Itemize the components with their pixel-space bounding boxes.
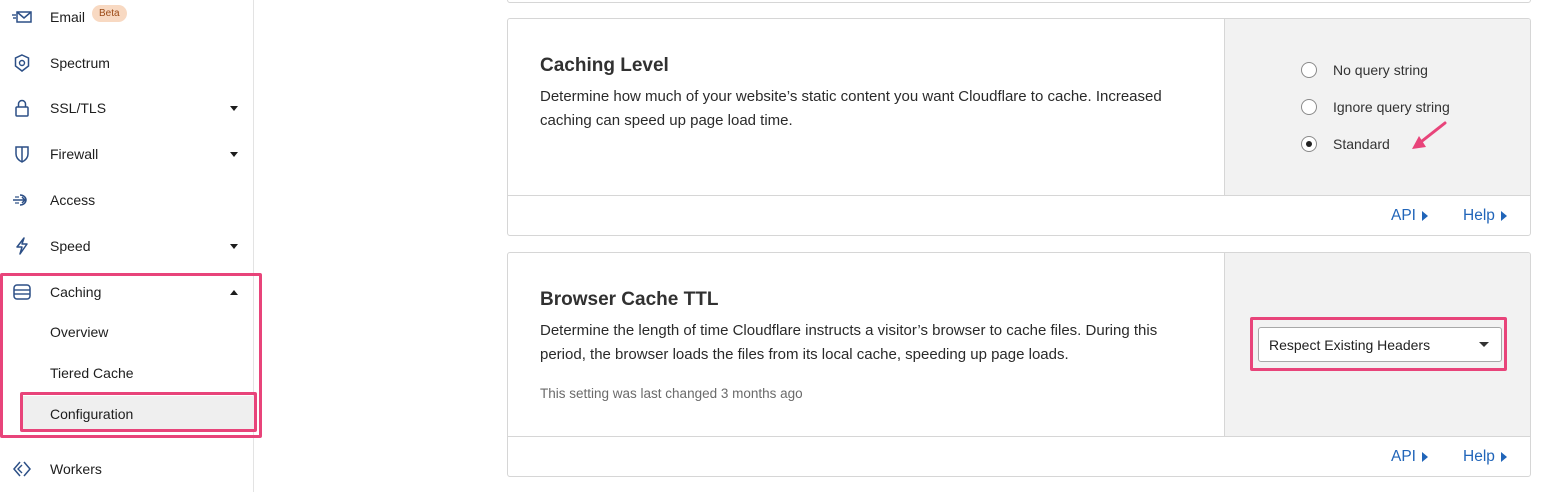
workers-icon xyxy=(12,459,32,479)
caching-level-options: No query string Ignore query string Stan… xyxy=(1224,19,1530,195)
spectrum-shield-icon xyxy=(12,53,32,73)
sidebar: Email Beta Spectrum SSL/TLS Firewall Acc… xyxy=(0,0,254,492)
lightning-icon xyxy=(12,236,32,256)
radio-ignore-query-string[interactable]: Ignore query string xyxy=(1301,99,1450,115)
api-link-label: API xyxy=(1391,207,1416,224)
browser-cache-ttl-control: Respect Existing Headers xyxy=(1224,253,1530,436)
caching-level-card: Caching Level Determine how much of your… xyxy=(507,18,1531,236)
sidebar-item-label: Email xyxy=(50,9,86,25)
radio-standard[interactable]: Standard xyxy=(1301,136,1390,152)
sidebar-item-ssl-tls[interactable]: SSL/TLS xyxy=(0,88,253,128)
email-icon xyxy=(12,7,32,27)
api-link[interactable]: API xyxy=(1391,448,1428,466)
sidebar-item-label: Workers xyxy=(50,461,102,477)
card-description: Determine the length of time Cloudflare … xyxy=(540,322,1158,363)
sidebar-subitem-overview[interactable]: Overview xyxy=(50,324,108,340)
beta-badge: Beta xyxy=(92,5,127,22)
radio-button[interactable] xyxy=(1301,62,1317,78)
card-footer: API Help xyxy=(508,195,1530,235)
sidebar-item-label: Firewall xyxy=(50,146,99,162)
previous-card-edge xyxy=(507,0,1531,3)
help-link-label: Help xyxy=(1463,207,1495,224)
caret-right-icon xyxy=(1421,211,1428,221)
chevron-down-icon xyxy=(1479,342,1489,347)
radio-button-checked[interactable] xyxy=(1301,136,1317,152)
help-link[interactable]: Help xyxy=(1463,448,1507,466)
sidebar-item-firewall[interactable]: Firewall xyxy=(0,134,253,174)
sidebar-item-speed[interactable]: Speed xyxy=(0,226,253,266)
radio-label: Standard xyxy=(1333,136,1390,152)
browser-cache-ttl-card: Browser Cache TTL Determine the length o… xyxy=(507,252,1531,477)
caret-right-icon xyxy=(1421,452,1428,462)
caret-right-icon xyxy=(1500,211,1507,221)
sidebar-subitem-tiered-cache[interactable]: Tiered Cache xyxy=(50,365,134,381)
card-description: Determine how much of your website’s sta… xyxy=(540,88,1162,129)
radio-label: Ignore query string xyxy=(1333,99,1450,115)
sidebar-item-label: SSL/TLS xyxy=(50,100,107,116)
chevron-down-icon xyxy=(230,243,238,249)
sidebar-item-label: Speed xyxy=(50,238,91,254)
sidebar-item-access[interactable]: Access xyxy=(0,180,253,220)
sidebar-item-label: Caching xyxy=(50,284,102,300)
chevron-down-icon xyxy=(230,105,238,111)
browser-cache-ttl-select[interactable]: Respect Existing Headers xyxy=(1258,327,1502,362)
api-link[interactable]: API xyxy=(1391,207,1428,225)
help-link[interactable]: Help xyxy=(1463,207,1507,225)
sidebar-item-email[interactable]: Email Beta xyxy=(0,0,253,37)
select-value: Respect Existing Headers xyxy=(1269,336,1431,353)
sidebar-item-label: Access xyxy=(50,192,96,208)
radio-label: No query string xyxy=(1333,62,1428,78)
caret-right-icon xyxy=(1500,452,1507,462)
sidebar-item-caching[interactable]: Caching xyxy=(0,272,253,312)
chevron-down-icon xyxy=(230,151,238,157)
annotation-arrow-icon xyxy=(1412,121,1447,149)
sidebar-item-spectrum[interactable]: Spectrum xyxy=(0,43,253,83)
help-link-label: Help xyxy=(1463,448,1495,465)
radio-no-query-string[interactable]: No query string xyxy=(1301,62,1428,78)
chevron-up-icon xyxy=(230,289,238,295)
lock-icon xyxy=(12,98,32,118)
card-title: Caching Level xyxy=(540,55,669,76)
card-footer: API Help xyxy=(508,436,1530,476)
card-title: Browser Cache TTL xyxy=(540,289,719,310)
sidebar-item-label: Spectrum xyxy=(50,55,110,71)
api-link-label: API xyxy=(1391,448,1416,465)
access-icon xyxy=(12,190,32,210)
sidebar-subitem-configuration[interactable]: Configuration xyxy=(50,406,133,422)
sidebar-item-workers[interactable]: Workers xyxy=(0,449,253,489)
radio-button[interactable] xyxy=(1301,99,1317,115)
last-changed-note: This setting was last changed 3 months a… xyxy=(540,386,803,401)
server-stack-icon xyxy=(12,282,32,302)
shield-icon xyxy=(12,144,32,164)
